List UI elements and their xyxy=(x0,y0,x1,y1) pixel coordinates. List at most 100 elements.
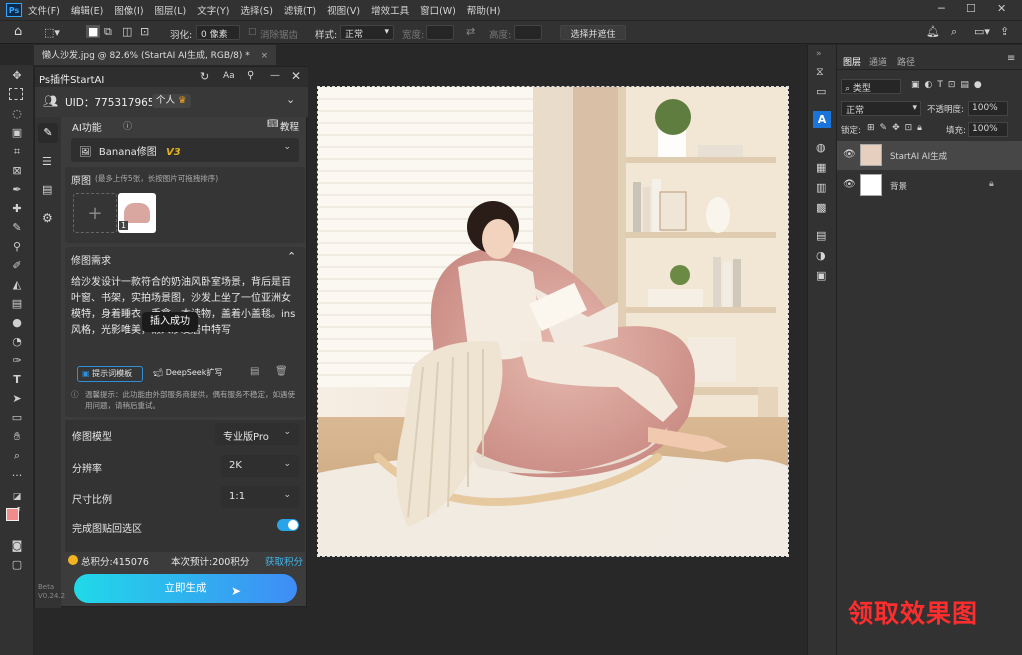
type-tool-icon[interactable]: T xyxy=(9,373,25,387)
menu-help[interactable]: 帮助(H) xyxy=(467,3,501,17)
menu-image[interactable]: 图像(I) xyxy=(114,3,143,17)
eraser-tool-icon[interactable]: ◭ xyxy=(9,278,25,292)
fill-input[interactable]: 100% xyxy=(968,122,1008,137)
tab-layers[interactable]: 图层 xyxy=(843,55,861,68)
add-image-button[interactable]: + xyxy=(73,193,117,233)
workspace-icon[interactable]: ▭▾ xyxy=(974,25,990,38)
comments-panel-icon[interactable]: ▭ xyxy=(816,85,826,98)
tutorial-link[interactable]: 教程 xyxy=(280,119,299,133)
hand-tool-icon[interactable]: ✋︎ xyxy=(9,430,25,444)
pen-tool-icon[interactable]: ✑ xyxy=(9,354,25,368)
gradients-panel-icon[interactable]: ▥ xyxy=(816,181,826,194)
stamp-tool-icon[interactable]: ⚲ xyxy=(9,240,25,254)
menu-edit[interactable]: 编辑(E) xyxy=(71,3,103,17)
opacity-input[interactable]: 100% xyxy=(968,101,1008,116)
blend-mode-select[interactable]: 正常 ▾ xyxy=(841,101,921,116)
chevron-up-icon[interactable]: ⌃ xyxy=(287,250,296,263)
collapse-icon[interactable]: — xyxy=(270,70,280,81)
adjustments-panel-icon[interactable]: ◑ xyxy=(816,249,826,262)
menu-select[interactable]: 选择(S) xyxy=(240,3,272,17)
brush-tool-icon[interactable]: ✎ xyxy=(9,221,25,235)
select-and-mask-button[interactable]: 选择并遮住 ... xyxy=(560,25,626,50)
collapse-panels-icon[interactable]: » xyxy=(816,49,822,59)
bell-icon[interactable]: 🔔︎ xyxy=(926,25,940,38)
more-tools-icon[interactable]: ··· xyxy=(9,469,25,483)
startai-panel-icon[interactable]: A xyxy=(813,111,831,128)
function-select[interactable]: 🖼︎ Banana修图 V3 ⌄ xyxy=(71,138,299,162)
home-icon[interactable]: ⌂ xyxy=(14,24,22,39)
object-select-tool-icon[interactable]: ▣ xyxy=(9,126,25,140)
close-window-icon[interactable]: ✕ xyxy=(997,2,1006,15)
maximize-icon[interactable]: ☐ xyxy=(966,2,976,15)
style-select[interactable]: 正常 ▾ xyxy=(340,25,394,40)
visibility-eye-icon[interactable]: 👁︎ xyxy=(843,179,856,190)
menu-filter[interactable]: 滤镜(T) xyxy=(284,3,316,17)
rect-marquee-tool-icon[interactable] xyxy=(9,88,23,100)
libraries-panel-icon[interactable]: ▣ xyxy=(816,269,826,282)
account-badge[interactable]: 个人 ♛ xyxy=(152,94,191,108)
source-thumbnail[interactable]: 1 xyxy=(118,193,156,233)
chevron-down-icon[interactable]: ⌄ xyxy=(286,93,295,106)
menu-layer[interactable]: 图层(L) xyxy=(155,3,187,17)
swap-icon[interactable]: ⇄ xyxy=(466,25,475,38)
zoom-tool-icon[interactable]: ⌕ xyxy=(9,449,25,463)
refresh-icon[interactable]: ↻ xyxy=(200,70,209,83)
height-input[interactable] xyxy=(514,25,542,40)
blur-tool-icon[interactable]: ● xyxy=(9,316,25,330)
menu-window[interactable]: 窗口(W) xyxy=(420,3,456,17)
path-select-icon[interactable]: ➤ xyxy=(9,392,25,406)
feather-input[interactable]: 0 像素 xyxy=(196,25,240,40)
edit-mode-icon[interactable]: ✎ xyxy=(38,123,58,143)
settings-gear-icon[interactable]: ⚙ xyxy=(42,211,53,225)
quick-mask-icon[interactable]: ◙ xyxy=(9,539,25,553)
gradient-tool-icon[interactable]: ▤ xyxy=(9,297,25,311)
intersect-selection-icon[interactable]: ⊡ xyxy=(140,25,149,38)
dodge-tool-icon[interactable]: ◔ xyxy=(9,335,25,349)
close-icon[interactable]: ✕ xyxy=(291,69,301,83)
eyedropper-tool-icon[interactable]: ✒ xyxy=(9,183,25,197)
crop-tool-icon[interactable]: ⌗ xyxy=(9,145,25,159)
history-panel-icon[interactable]: ⧖ xyxy=(816,65,824,79)
menu-view[interactable]: 视图(V) xyxy=(327,3,360,17)
healing-brush-icon[interactable]: ✚ xyxy=(9,202,25,216)
font-size-button[interactable]: Aa xyxy=(223,71,235,81)
prompt-template-button[interactable]: ▣ 提示词模板 xyxy=(77,366,143,382)
canvas-image[interactable] xyxy=(317,86,789,557)
move-tool-icon[interactable]: ✥ xyxy=(9,69,25,83)
minimize-icon[interactable]: ─ xyxy=(938,2,945,15)
tab-channels[interactable]: 通道 xyxy=(869,55,887,68)
marquee-tool-icon[interactable]: ⬚▾ xyxy=(44,26,60,39)
document-tab-close-icon[interactable]: × xyxy=(261,51,269,61)
subtract-selection-icon[interactable]: ◫ xyxy=(122,25,132,38)
default-colors-icon[interactable]: ◪ ↺ xyxy=(9,490,25,516)
search-icon[interactable]: ⌕ xyxy=(951,25,957,39)
tab-paths[interactable]: 路径 xyxy=(897,55,915,68)
deepseek-button[interactable]: 🐋︎ DeepSeek扩写 xyxy=(153,367,222,378)
info-icon[interactable]: ⓘ xyxy=(123,119,132,132)
panel-menu-icon[interactable]: ≡ xyxy=(1007,53,1015,64)
add-selection-icon[interactable]: ⧉ xyxy=(104,25,112,39)
patterns-panel-icon[interactable]: ▩ xyxy=(816,201,826,214)
color-panel-icon[interactable]: ◍ xyxy=(816,141,826,154)
pin-icon[interactable]: ⚲ xyxy=(247,70,254,81)
history-icon[interactable]: ▤ xyxy=(250,366,259,377)
layer-filter-icons[interactable]: ▣◐T⊡▤● xyxy=(911,80,987,90)
menu-plugins[interactable]: 增效工具 xyxy=(371,3,409,17)
layers-mode-icon[interactable]: ☰ xyxy=(42,155,52,168)
antialias-checkbox[interactable]: ☐ xyxy=(248,27,257,38)
paste-back-toggle[interactable] xyxy=(277,519,299,531)
layer-filter-select[interactable]: ⌕ 类型 xyxy=(841,79,901,94)
visibility-eye-icon[interactable]: 👁︎ xyxy=(843,149,856,160)
lasso-tool-icon[interactable]: ◌ xyxy=(9,107,25,121)
share-icon[interactable]: ⇪ xyxy=(1000,25,1009,38)
model-select[interactable]: 专业版Pro ⌄ xyxy=(215,423,299,445)
history-brush-icon[interactable]: ✐ xyxy=(9,259,25,273)
foreground-color-swatch[interactable] xyxy=(6,508,19,521)
layer-row[interactable]: 👁︎ StartAI AI生成 xyxy=(837,141,1022,170)
new-selection-icon[interactable]: ■ xyxy=(86,25,101,38)
lock-options-icons[interactable]: ⊞✎✥⊡🔒︎ xyxy=(867,123,927,133)
frame-tool-icon[interactable]: ⊠ xyxy=(9,164,25,178)
screen-mode-icon[interactable]: ▢ xyxy=(9,558,25,572)
document-tab[interactable]: 懒人沙发.jpg @ 82.6% (StartAI AI生成, RGB/8) *… xyxy=(34,45,277,65)
trash-icon[interactable]: 🗑︎ xyxy=(275,366,288,377)
